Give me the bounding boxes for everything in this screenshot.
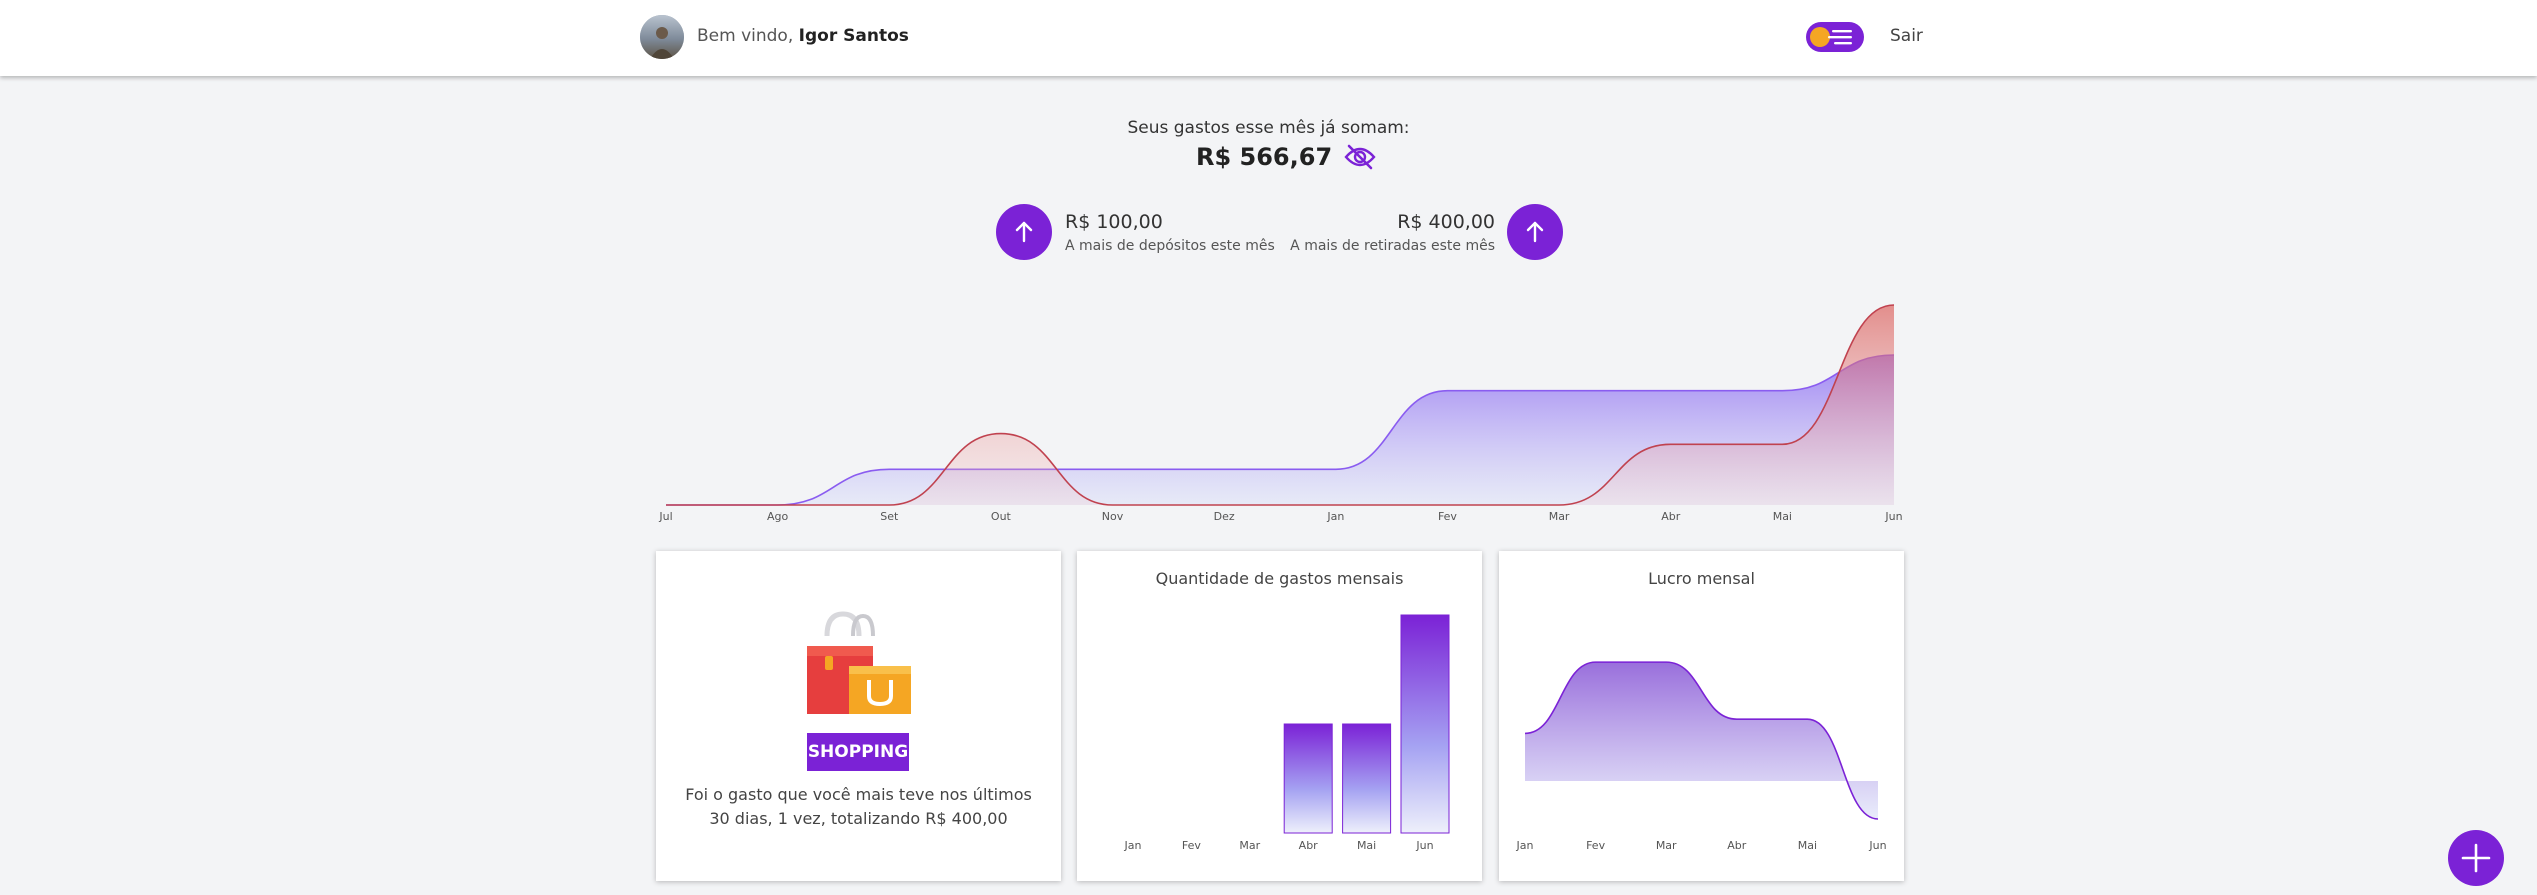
monthly-profit-card: Lucro mensal Jan Fev Mar Abr Mai Jun — [1499, 551, 1904, 881]
monthly-count-card: Quantidade de gastos mensais Jan Fev Mar Ab… — [1077, 551, 1482, 881]
x-tick-label: Mar — [1549, 510, 1570, 523]
deposits-arrow-button[interactable] — [996, 204, 1052, 260]
eye-off-icon[interactable] — [1344, 143, 1376, 171]
x-tick-label: Nov — [1102, 510, 1124, 523]
x-tick-label: Jan — [1124, 839, 1142, 852]
x-tick-label: Abr — [1661, 510, 1681, 523]
x-tick-label: Mai — [1357, 839, 1376, 852]
bar — [1400, 614, 1450, 834]
plus-icon — [2461, 843, 2491, 873]
welcome-text: Bem vindo, Igor Santos — [697, 26, 909, 46]
monthly-profit-chart: Jan Fev Mar Abr Mai Jun — [1516, 661, 1887, 852]
monthly-count-chart: Jan Fev Mar Abr Mai Jun — [1124, 614, 1450, 852]
x-tick-label: Jan — [1326, 510, 1344, 523]
withdrawals-label: A mais de retiradas este mês — [1290, 238, 1495, 254]
total-value: R$ 566,67 — [1196, 143, 1333, 171]
arrow-up-icon — [1526, 221, 1544, 243]
x-tick-label: Out — [991, 510, 1012, 523]
x-tick-label: Ago — [767, 510, 789, 523]
x-tick-label: Fev — [1586, 839, 1605, 852]
top-category-badge: SHOPPING — [807, 733, 909, 771]
total-row: R$ 566,67 — [1196, 140, 1376, 174]
top-category-card: SHOPPING Foi o gasto que você mais teve … — [656, 551, 1061, 881]
x-tick-label: Mar — [1656, 839, 1677, 852]
bar — [1342, 723, 1392, 834]
x-tick-label: Set — [880, 510, 899, 523]
bar — [1283, 723, 1333, 834]
avatar[interactable] — [640, 15, 684, 59]
menu-lines-icon — [1828, 30, 1852, 45]
x-tick-label: Jun — [1868, 839, 1886, 852]
x-tick-label: Mai — [1798, 839, 1817, 852]
deposits-amount: R$ 100,00 — [1065, 211, 1163, 233]
x-tick-label: Fev — [1182, 839, 1201, 852]
x-tick-label: Dez — [1214, 510, 1235, 523]
logout-button[interactable]: Sair — [1890, 26, 1923, 46]
arrow-up-icon — [1015, 221, 1033, 243]
x-tick-label: Abr — [1299, 839, 1319, 852]
user-name: Igor Santos — [798, 26, 909, 46]
welcome-prefix: Bem vindo, — [697, 26, 794, 46]
deposits-label: A mais de depósitos este mês — [1065, 238, 1275, 254]
top-header: Bem vindo, Igor Santos Sair — [0, 0, 2537, 76]
shopping-bag-icon — [807, 611, 911, 714]
withdrawals-arrow-button[interactable] — [1507, 204, 1563, 260]
profit-area — [1525, 662, 1878, 819]
top-category-description: Foi o gasto que você mais teve nos últim… — [685, 785, 1032, 828]
x-tick-label: Mar — [1239, 839, 1260, 852]
add-transaction-button[interactable] — [2448, 830, 2504, 886]
x-tick-label: Mai — [1773, 510, 1792, 523]
total-label: Seus gastos esse mês já somam: — [1127, 118, 1410, 138]
monthly-balance-chart: Jul Ago Set Out Nov Dez Jan Fev Mar Abr Mai Jun — [658, 304, 1903, 523]
x-tick-label: Abr — [1727, 839, 1747, 852]
theme-toggle[interactable] — [1806, 22, 1864, 52]
withdrawals-amount: R$ 400,00 — [1397, 211, 1495, 233]
x-tick-label: Jun — [1415, 839, 1433, 852]
x-tick-label: Jan — [1516, 839, 1534, 852]
x-tick-label: Jul — [658, 510, 672, 523]
x-tick-label: Jun — [1884, 510, 1902, 523]
x-tick-label: Fev — [1438, 510, 1457, 523]
